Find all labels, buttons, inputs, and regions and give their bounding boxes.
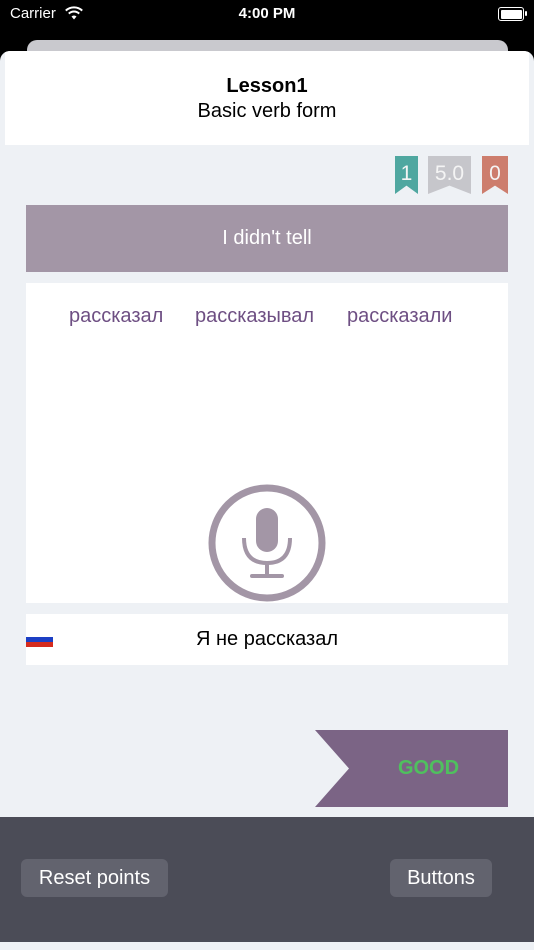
- score-ribbon: 5.0: [428, 156, 471, 194]
- feedback-banner: GOOD: [315, 730, 508, 807]
- answer-panel: рассказал рассказывал рассказали: [26, 283, 508, 603]
- translation-bar: Я не рассказал: [26, 614, 508, 665]
- microphone-button[interactable]: [207, 483, 327, 603]
- clock: 4:00 PM: [238, 5, 296, 22]
- correct-count-ribbon: 1: [395, 156, 418, 194]
- reset-points-button[interactable]: Reset points: [21, 859, 168, 897]
- prompt-phrase: I didn't tell: [26, 205, 508, 272]
- translation-text: Я не рассказал: [195, 628, 339, 650]
- lesson-header: Lesson1 Basic verb form: [5, 51, 529, 145]
- choice-option[interactable]: рассказывал: [195, 305, 314, 328]
- wrong-count-ribbon: 0: [482, 156, 508, 194]
- status-bar: Carrier 4:00 PM: [0, 0, 534, 30]
- footer-toolbar: Reset points Buttons: [0, 817, 534, 942]
- lesson-sheet: Lesson1 Basic verb form 1 5.0 0 I didn't…: [0, 51, 534, 950]
- lesson-subtitle: Basic verb form: [197, 100, 337, 122]
- feedback-label: GOOD: [397, 757, 460, 779]
- choice-option[interactable]: рассказали: [347, 305, 452, 328]
- microphone-icon: [208, 484, 326, 602]
- choice-option[interactable]: рассказал: [69, 305, 163, 328]
- lesson-title: Lesson1: [226, 75, 308, 97]
- buttons-button[interactable]: Buttons: [390, 859, 492, 897]
- battery-icon: [498, 7, 527, 21]
